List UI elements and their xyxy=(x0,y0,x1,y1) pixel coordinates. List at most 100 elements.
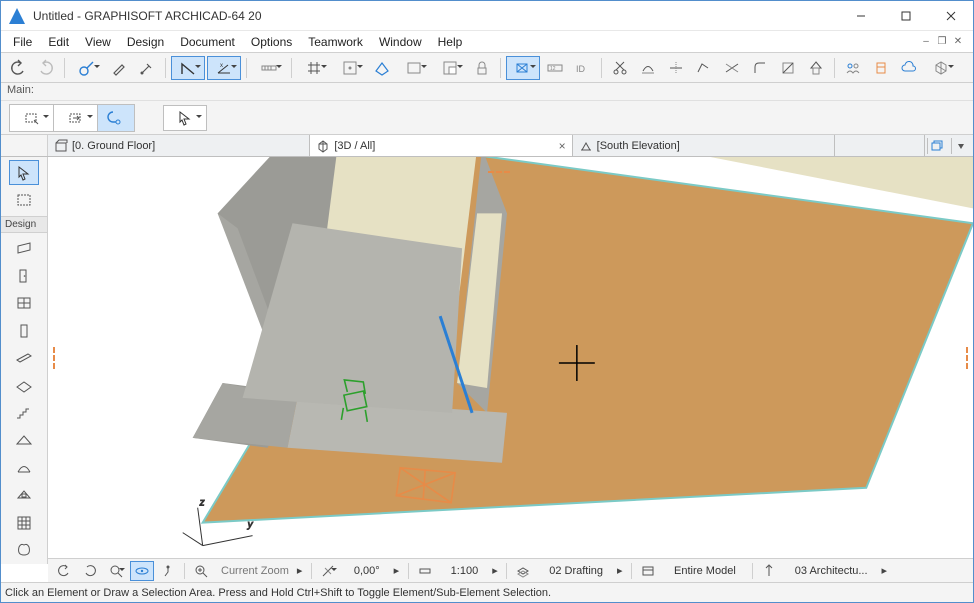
svg-text:z: z xyxy=(199,498,205,509)
marquee-tool[interactable] xyxy=(9,187,39,212)
plane-button[interactable] xyxy=(369,56,395,80)
3d-window-button[interactable] xyxy=(924,56,958,80)
menu-help[interactable]: Help xyxy=(430,33,471,51)
arrow-tool[interactable] xyxy=(9,160,39,185)
angle-snap-button[interactable]: x xyxy=(207,56,241,80)
curtain-wall-tool[interactable] xyxy=(9,510,39,535)
door-tool[interactable] xyxy=(9,263,39,288)
intersect-button[interactable] xyxy=(719,56,745,80)
eyedropper-button[interactable] xyxy=(106,56,132,80)
cut-button[interactable] xyxy=(607,56,633,80)
menu-edit[interactable]: Edit xyxy=(40,33,77,51)
marquee-partial-button[interactable] xyxy=(10,105,54,131)
angle-next-button[interactable]: ▸ xyxy=(394,564,404,577)
adjust-button[interactable] xyxy=(691,56,717,80)
window-tool[interactable] xyxy=(9,291,39,316)
trim-button[interactable] xyxy=(635,56,661,80)
dock-handle-icon[interactable] xyxy=(964,347,970,371)
grid-snap-button[interactable] xyxy=(297,56,331,80)
elevation-button[interactable] xyxy=(803,56,829,80)
walk-button[interactable] xyxy=(156,561,180,581)
roof-tool[interactable] xyxy=(9,428,39,453)
tab-south-elevation[interactable]: [South Elevation] xyxy=(573,135,835,156)
mdi-min-button[interactable]: ‒ xyxy=(919,35,933,49)
separator xyxy=(291,58,292,78)
separator xyxy=(165,58,166,78)
scale-button[interactable] xyxy=(413,561,437,581)
favorites-button[interactable] xyxy=(506,56,540,80)
mdi-close-button[interactable]: ✕ xyxy=(951,35,965,49)
menu-view[interactable]: View xyxy=(77,33,119,51)
dock-handle-icon[interactable] xyxy=(51,347,57,371)
id-button[interactable]: ID xyxy=(570,56,596,80)
angle-value[interactable]: 0,00° xyxy=(342,565,392,577)
tab-close-button[interactable]: × xyxy=(559,139,566,153)
menu-document[interactable]: Document xyxy=(172,33,243,51)
model-value[interactable]: Entire Model xyxy=(662,565,748,577)
zoom-next-button[interactable]: ▸ xyxy=(297,564,307,577)
dock-handle-icon[interactable] xyxy=(488,160,512,166)
layer-settings-button[interactable] xyxy=(397,56,431,80)
separator xyxy=(64,58,65,78)
lock-button[interactable] xyxy=(469,56,495,80)
3d-viewport[interactable]: y z xyxy=(48,157,973,564)
redo-button[interactable] xyxy=(33,56,59,80)
tab-spacer xyxy=(1,135,48,156)
menu-window[interactable]: Window xyxy=(371,33,430,51)
tab-ground-floor[interactable]: [0. Ground Floor] xyxy=(48,135,310,156)
menu-design[interactable]: Design xyxy=(119,33,172,51)
unit-next-button[interactable]: ▸ xyxy=(882,564,892,577)
attributes-button[interactable] xyxy=(868,56,894,80)
minimize-button[interactable] xyxy=(838,1,883,30)
separator xyxy=(184,563,185,579)
beam-tool[interactable] xyxy=(9,346,39,371)
teamwork-button[interactable] xyxy=(840,56,866,80)
resize-button[interactable] xyxy=(775,56,801,80)
dimension-button[interactable] xyxy=(757,561,781,581)
tab-label: [0. Ground Floor] xyxy=(72,140,155,152)
pick-parameters-button[interactable] xyxy=(70,56,104,80)
shell-tool[interactable] xyxy=(9,455,39,480)
ruler-button[interactable] xyxy=(252,56,286,80)
split-button[interactable] xyxy=(663,56,689,80)
arrow-geometry-button[interactable] xyxy=(163,105,207,131)
menu-options[interactable]: Options xyxy=(243,33,300,51)
measure-button[interactable]: 12 xyxy=(542,56,568,80)
column-tool[interactable] xyxy=(9,318,39,343)
marquee-direction-button[interactable] xyxy=(54,105,98,131)
slab-tool[interactable] xyxy=(9,373,39,398)
scroll-fwd-button[interactable] xyxy=(78,561,102,581)
tab-list-button[interactable] xyxy=(951,138,971,154)
tab-3d[interactable]: [3D / All] × xyxy=(310,135,572,156)
scroll-back-button[interactable] xyxy=(52,561,76,581)
maximize-button[interactable] xyxy=(883,1,928,30)
menu-file[interactable]: File xyxy=(5,33,40,51)
popout-button[interactable] xyxy=(927,138,947,154)
layer-combination-button[interactable] xyxy=(511,561,535,581)
model-filter-button[interactable] xyxy=(636,561,660,581)
inject-button[interactable] xyxy=(134,56,160,80)
mdi-restore-button[interactable]: ❐ xyxy=(935,35,949,49)
wall-tool[interactable] xyxy=(9,236,39,261)
layer-next-button[interactable]: ▸ xyxy=(617,564,627,577)
skylight-tool[interactable] xyxy=(9,483,39,508)
snap-type-button[interactable] xyxy=(333,56,367,80)
scale-value[interactable]: 1:100 xyxy=(439,565,491,577)
stair-tool[interactable] xyxy=(9,400,39,425)
layer-value[interactable]: 02 Drafting xyxy=(537,565,615,577)
open-view-button[interactable] xyxy=(433,56,467,80)
zoom-button[interactable] xyxy=(104,561,128,581)
perpendicular-snap-button[interactable] xyxy=(171,56,205,80)
orientation-button[interactable] xyxy=(316,561,340,581)
cloud-button[interactable] xyxy=(896,56,922,80)
fillet-button[interactable] xyxy=(747,56,773,80)
quick-selection-button[interactable] xyxy=(98,105,134,131)
morph-tool[interactable] xyxy=(9,537,39,562)
orbit-button[interactable] xyxy=(130,561,154,581)
scale-next-button[interactable]: ▸ xyxy=(492,564,502,577)
undo-button[interactable] xyxy=(5,56,31,80)
close-button[interactable] xyxy=(928,1,973,30)
menu-teamwork[interactable]: Teamwork xyxy=(300,33,371,51)
fit-button[interactable] xyxy=(189,561,213,581)
unit-value[interactable]: 03 Architectu... xyxy=(783,565,880,577)
